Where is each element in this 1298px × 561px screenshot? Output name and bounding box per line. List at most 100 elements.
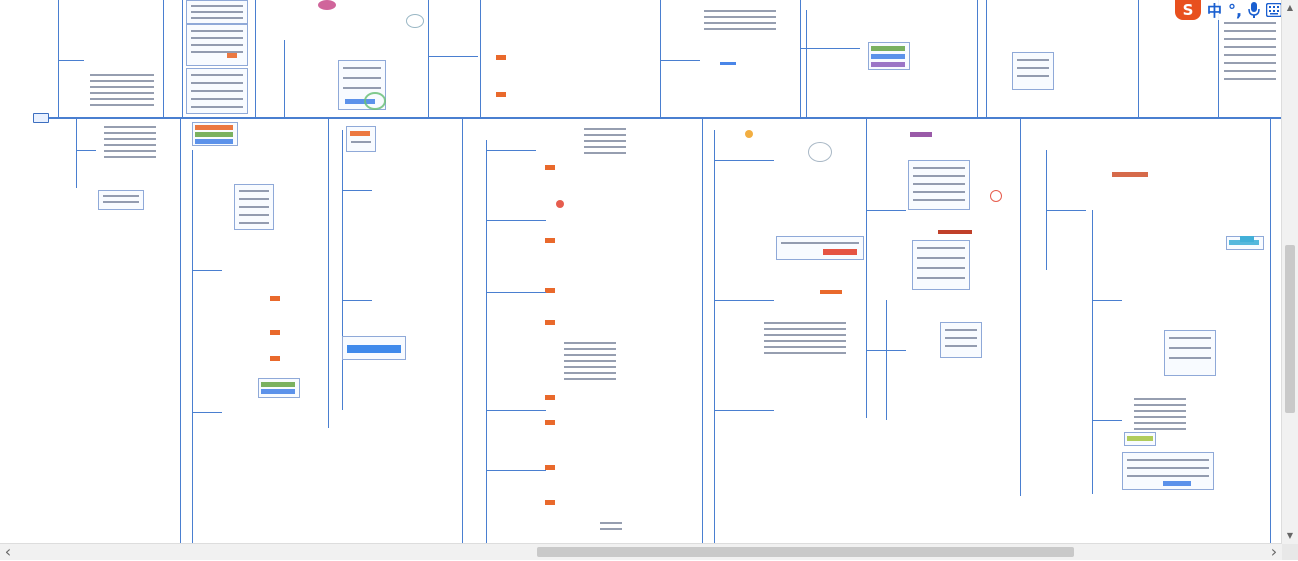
ime-logo[interactable]: S [1175,0,1201,20]
topic-node[interactable] [910,132,932,137]
topic-node[interactable] [496,55,506,60]
branch-line [1270,118,1271,544]
ime-toolbar[interactable]: S 中 °, [1172,0,1298,20]
scrollbar-corner [1282,544,1298,560]
node-image[interactable] [186,24,248,66]
branch-line [462,118,463,544]
topic-node[interactable] [270,356,280,361]
topic-node[interactable] [820,290,842,294]
ime-mode-toggle[interactable]: 中 [1207,0,1222,21]
mindmap-root-node[interactable] [33,113,49,123]
node-image[interactable] [346,126,376,152]
ime-punctuation-toggle[interactable]: °, [1228,1,1242,20]
diagram-shape [808,142,832,162]
branch-line [182,0,183,118]
branch-line [255,0,256,118]
node-image[interactable] [234,184,274,230]
note-block [100,124,160,164]
connector-line [58,60,84,61]
diagram-shape [745,130,753,138]
vertical-scrollbar[interactable]: ▲ ▼ [1281,0,1298,544]
node-image[interactable] [342,336,406,360]
branch-line [328,118,329,428]
topic-node[interactable] [545,288,555,293]
connector-line [428,56,478,57]
note-block [580,126,630,166]
connector-line [1092,420,1122,421]
node-image[interactable] [1164,330,1216,376]
note-block [560,340,620,390]
connector-line [714,300,774,301]
scroll-left-arrow[interactable]: ‹ [0,544,16,560]
diagram-shape [406,14,424,28]
branch-line [428,0,429,118]
sub-branch-line [76,118,77,188]
branch-line [866,118,867,418]
sub-branch-line [342,130,343,410]
node-image[interactable] [1012,52,1054,90]
branch-line [163,0,164,118]
sub-branch-line [58,0,59,118]
connector-line [714,160,774,161]
scroll-down-arrow[interactable]: ▼ [1282,528,1298,544]
topic-node[interactable] [270,296,280,301]
vertical-scroll-thumb[interactable] [1285,245,1295,413]
branch-line [1138,0,1139,118]
sub-branch-line [1092,210,1093,494]
node-image[interactable] [776,236,864,260]
topic-node[interactable] [545,500,555,505]
branch-line [180,118,181,544]
topic-node[interactable] [545,165,555,170]
sub-branch-line [986,0,987,118]
keyboard-icon[interactable] [1266,3,1283,17]
note-block [760,320,850,370]
note-block [596,520,626,540]
topic-node[interactable] [938,230,972,234]
connector-line [1046,210,1086,211]
node-image[interactable] [912,240,970,290]
scroll-right-arrow[interactable]: › [1266,544,1282,560]
scroll-up-arrow[interactable]: ▲ [1282,0,1298,16]
connector-line [1092,300,1122,301]
topic-node[interactable] [545,320,555,325]
topic-node[interactable] [545,395,555,400]
diagram-shape [556,200,564,208]
node-image[interactable] [98,190,144,210]
sub-branch-line [480,0,481,118]
diagram-shape [318,0,336,10]
node-image[interactable] [1122,452,1214,490]
topic-node[interactable] [720,62,736,65]
connector-line [486,150,536,151]
microphone-icon[interactable] [1248,2,1260,18]
node-image[interactable] [908,160,970,210]
node-image[interactable] [186,0,248,24]
node-image[interactable] [258,378,300,398]
topic-node[interactable] [1112,172,1148,177]
topic-node[interactable] [545,465,555,470]
note-block [700,8,780,38]
diagram-shape [990,190,1002,202]
branch-line [800,0,801,118]
connector-line [342,300,372,301]
topic-node[interactable] [270,330,280,335]
topic-node[interactable] [496,92,506,97]
sub-branch-line [486,140,487,544]
sub-branch-line [806,10,807,118]
horizontal-scrollbar[interactable]: ‹ › [0,543,1282,560]
horizontal-scroll-thumb[interactable] [537,547,1074,557]
node-image[interactable] [186,68,248,114]
node-image[interactable] [940,322,982,358]
node-image[interactable] [868,42,910,70]
node-image[interactable] [192,122,238,146]
topic-node[interactable] [545,238,555,243]
diagram-shape [364,92,386,110]
connector-line [866,210,906,211]
connector-line [486,470,546,471]
sub-branch-line [886,300,887,420]
topic-node[interactable] [545,420,555,425]
sub-branch-line [284,40,285,118]
mindmap-canvas[interactable] [0,0,1282,544]
connector-line [486,292,546,293]
topic-node[interactable] [1240,236,1254,242]
connector-line [342,190,372,191]
